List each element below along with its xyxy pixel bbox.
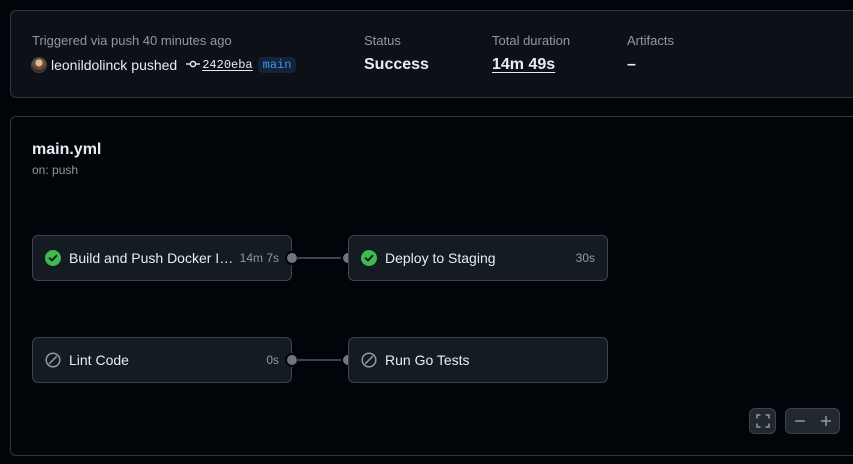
job-connector <box>296 359 346 361</box>
artifacts-column: Artifacts – <box>627 33 674 74</box>
branch-badge[interactable]: main <box>257 57 297 73</box>
job-name: Build and Push Docker Image <box>69 250 234 266</box>
avatar[interactable] <box>31 57 47 73</box>
action-text: pushed <box>131 57 178 73</box>
job-deploy-staging[interactable]: Deploy to Staging 30s <box>348 235 608 281</box>
job-connector <box>296 257 346 259</box>
status-column: Status Success <box>364 33 429 74</box>
duration-value-link[interactable]: 14m 49s <box>492 56 570 74</box>
status-label: Status <box>364 33 401 48</box>
minus-icon <box>794 420 805 422</box>
zoom-out-button[interactable] <box>787 409 813 433</box>
job-name: Deploy to Staging <box>385 250 496 266</box>
plus-icon <box>820 416 831 426</box>
job-run-go-tests[interactable]: Run Go Tests <box>348 337 608 383</box>
zoom-controls <box>785 408 840 434</box>
job-build-and-push[interactable]: Build and Push Docker Image 14m 7s <box>32 235 292 281</box>
fullscreen-button[interactable] <box>749 408 776 434</box>
job-name: Lint Code <box>69 352 129 368</box>
check-circle-icon <box>45 250 61 266</box>
zoom-in-button[interactable] <box>813 409 839 433</box>
artifacts-value: – <box>627 56 636 73</box>
job-duration: 14m 7s <box>239 251 279 265</box>
duration-label: Total duration <box>492 33 571 48</box>
skip-icon <box>45 352 61 368</box>
job-duration: 30s <box>575 251 595 265</box>
run-summary: Triggered via push 40 minutes ago leonil… <box>10 10 853 98</box>
workflow-trigger: on: push <box>32 163 79 177</box>
job-lint-code[interactable]: Lint Code 0s <box>32 337 292 383</box>
job-duration: 0s <box>266 353 279 367</box>
status-value: Success <box>364 56 429 73</box>
duration-column: Total duration 14m 49s <box>492 33 570 74</box>
commit-sha-link[interactable]: 2420eba <box>202 58 252 72</box>
skip-icon <box>361 352 377 368</box>
git-commit-icon <box>186 58 201 72</box>
actor-link[interactable]: leonildolinck <box>51 57 127 73</box>
check-circle-icon <box>361 250 377 266</box>
workflow-graph: main.yml on: push Build and Push Docker … <box>10 116 853 456</box>
workflow-file-title[interactable]: main.yml <box>32 141 101 159</box>
actor-line: leonildolinck pushed 2420eba main <box>31 57 297 73</box>
artifacts-label: Artifacts <box>627 33 674 48</box>
job-name: Run Go Tests <box>385 352 470 368</box>
trigger-label: Triggered via push 40 minutes ago <box>32 33 232 48</box>
fullscreen-icon <box>755 414 770 428</box>
